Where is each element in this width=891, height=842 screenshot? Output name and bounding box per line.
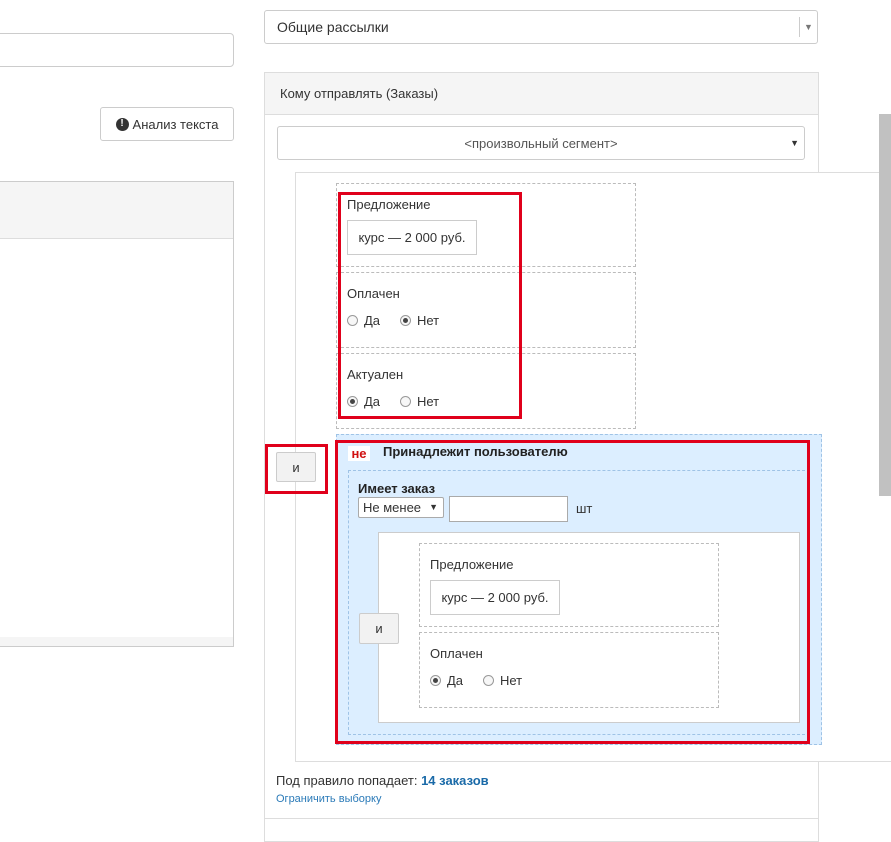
highlight-box [338, 192, 522, 419]
result-summary: Под правило попадает: 14 заказов [276, 773, 489, 788]
left-panel-header [0, 182, 233, 239]
left-panel [0, 181, 234, 647]
limit-selection-link[interactable]: Ограничить выборку [276, 793, 381, 805]
result-prefix: Под правило попадает: [276, 773, 418, 788]
exclamation-icon: ! [115, 117, 129, 131]
chevron-down-icon: ▼ [799, 17, 817, 37]
result-count: 14 заказов [421, 773, 489, 788]
text-analysis-button[interactable]: ! Анализ текста [100, 107, 234, 141]
scrollbar-thumb[interactable] [879, 114, 891, 496]
text-analysis-label: Анализ текста [132, 116, 219, 132]
segment-select[interactable]: <произвольный сегмент> ▼ [277, 126, 805, 160]
segment-value: <произвольный сегмент> [464, 135, 618, 151]
highlight-box [265, 444, 328, 494]
panel-divider [265, 818, 818, 819]
caret-down-icon: ▼ [790, 138, 799, 148]
mailing-type-value: Общие рассылки [277, 19, 389, 35]
highlight-box [335, 440, 810, 744]
left-panel-footer [0, 637, 233, 646]
text-input[interactable] [0, 33, 234, 67]
recipients-panel-header: Кому отправлять (Заказы) [265, 73, 818, 115]
mailing-type-select[interactable]: Общие рассылки ▼ [264, 10, 818, 44]
